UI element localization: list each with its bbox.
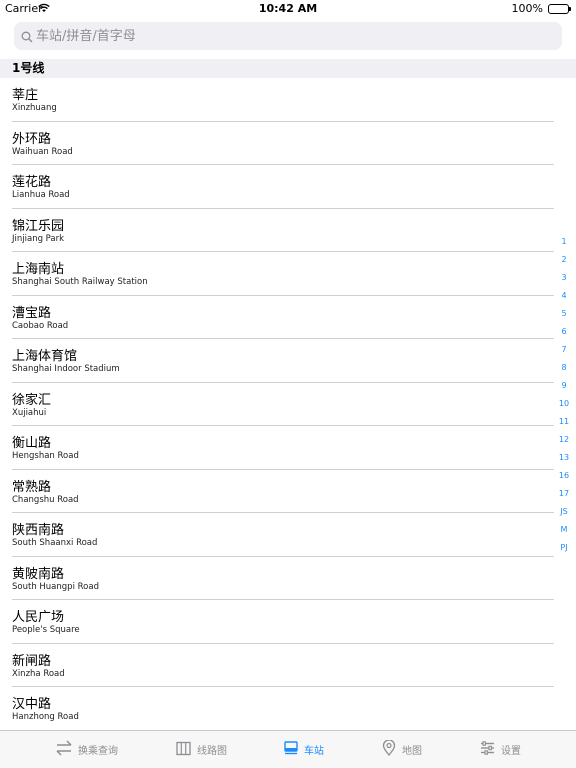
tab-label: 车站: [304, 746, 324, 757]
station-row[interactable]: 人民广场 People's Square: [0, 600, 576, 644]
tab-label: 线路图: [197, 746, 227, 757]
station-row[interactable]: 漕宝路 Caobao Road: [0, 296, 576, 339]
section-index-bar[interactable]: 1 2 3 4 5 6 7 8 9 10 11 12 13 16 17 JS M PJ: [556, 233, 572, 557]
tab-label: 地图: [402, 746, 422, 757]
tab-map[interactable]: 地图: [382, 731, 422, 768]
station-name-zh: 莲花路: [12, 175, 52, 190]
index-item[interactable]: 13: [556, 449, 572, 467]
station-name-en: Xinzhuang: [12, 103, 57, 113]
station-name-en: Xinzha Road: [12, 668, 65, 679]
station-row[interactable]: 外环路 Waihuan Road: [0, 122, 576, 165]
station-name-en: Shanghai South Railway Station: [12, 277, 148, 287]
station-name-en: South Shaanxi Road: [12, 538, 98, 548]
station-name-en: South Huangpi Road: [12, 581, 99, 592]
index-item[interactable]: 11: [556, 413, 572, 431]
status-bar: Carrier 10:42 AM 100%: [0, 0, 576, 18]
search-bar: [0, 20, 576, 56]
station-row[interactable]: 衡山路 Hengshan Road: [0, 426, 576, 470]
search-icon: [21, 28, 33, 47]
station-row[interactable]: 上海体育馆 Shanghai Indoor Stadium: [0, 339, 576, 383]
station-name-en: Caobao Road: [12, 320, 69, 331]
station-name-zh: 常熟路: [12, 479, 52, 495]
settings-icon: [480, 741, 501, 758]
station-name-zh: 漕宝路: [12, 305, 52, 321]
station-name-en: Hengshan Road: [12, 451, 79, 461]
index-item[interactable]: 12: [556, 431, 572, 449]
index-item[interactable]: 17: [556, 485, 572, 503]
station-row[interactable]: 莲花路 Lianhua Road: [0, 165, 576, 209]
tab-label: 设置: [501, 746, 521, 757]
station-name-en: People's Square: [12, 625, 80, 635]
station-name-en: Xujiahui: [12, 407, 47, 418]
tab-line-map[interactable]: 线路图: [176, 731, 227, 768]
tab-settings[interactable]: 设置: [480, 731, 521, 768]
index-item[interactable]: JS: [556, 503, 572, 521]
station-name-en: Hanzhong Road: [12, 712, 79, 722]
station-row[interactable]: 黄陂南路 South Huangpi Road: [0, 557, 576, 600]
index-item[interactable]: 10: [556, 395, 572, 413]
station-name-zh: 锦江乐园: [12, 218, 65, 234]
search-input[interactable]: [36, 22, 546, 50]
battery-percent: 100%: [511, 2, 543, 15]
index-item[interactable]: 6: [556, 323, 572, 341]
station-row[interactable]: 汉中路 Hanzhong Road: [0, 687, 576, 730]
station-name-zh: 上海南站: [12, 262, 65, 277]
station-name-zh: 莘庄: [12, 88, 39, 103]
station-name-zh: 徐家汇: [12, 392, 52, 408]
search-field[interactable]: [14, 22, 562, 50]
index-item[interactable]: 5: [556, 305, 572, 323]
station-row[interactable]: 新闸路 Xinzha Road: [0, 644, 576, 687]
station-name-zh: 外环路: [12, 131, 52, 147]
station-row[interactable]: 莘庄 Xinzhuang: [0, 78, 576, 122]
transfer-icon: [56, 740, 78, 759]
tab-transfer[interactable]: 换乘查询: [56, 731, 118, 768]
station-name-en: Shanghai Indoor Stadium: [12, 364, 120, 374]
index-item[interactable]: PJ: [556, 539, 572, 557]
index-item[interactable]: 8: [556, 359, 572, 377]
station-name-zh: 汉中路: [12, 697, 52, 712]
tab-label: 换乘查询: [78, 746, 118, 757]
station-row[interactable]: 常熟路 Changshu Road: [0, 470, 576, 513]
station-name-zh: 陕西南路: [12, 523, 65, 538]
index-item[interactable]: M: [556, 521, 572, 539]
station-name-en: Changshu Road: [12, 494, 79, 505]
tab-station[interactable]: 车站: [284, 731, 324, 768]
location-pin-icon: [382, 739, 402, 759]
index-item[interactable]: 2: [556, 251, 572, 269]
tab-bar: 换乘查询 线路图 车站 地图 设置: [0, 730, 576, 768]
index-item[interactable]: 16: [556, 467, 572, 485]
index-item[interactable]: 3: [556, 269, 572, 287]
station-name-zh: 黄陂南路: [12, 566, 65, 582]
section-header: 1号线: [0, 59, 576, 78]
map-book-icon: [176, 741, 197, 759]
station-name-zh: 衡山路: [12, 436, 52, 451]
index-item[interactable]: 7: [556, 341, 572, 359]
station-name-en: Waihuan Road: [12, 146, 73, 157]
station-name-zh: 新闸路: [12, 653, 52, 669]
station-icon: [284, 741, 304, 758]
station-row[interactable]: 上海南站 Shanghai South Railway Station: [0, 252, 576, 296]
station-name-en: Lianhua Road: [12, 190, 70, 200]
station-name-zh: 人民广场: [12, 610, 65, 625]
station-row[interactable]: 锦江乐园 Jinjiang Park: [0, 209, 576, 252]
battery-icon: [548, 4, 571, 14]
station-name-en: Jinjiang Park: [12, 233, 65, 244]
station-row[interactable]: 陕西南路 South Shaanxi Road: [0, 513, 576, 557]
station-row[interactable]: 徐家汇 Xujiahui: [0, 383, 576, 426]
index-item[interactable]: 4: [556, 287, 572, 305]
index-item[interactable]: 9: [556, 377, 572, 395]
station-list[interactable]: 莘庄 Xinzhuang 外环路 Waihuan Road 莲花路 Lianhua Roa…: [0, 78, 576, 730]
index-item[interactable]: 1: [556, 233, 572, 251]
station-name-zh: 上海体育馆: [12, 349, 78, 364]
clock: 10:42 AM: [258, 2, 318, 15]
